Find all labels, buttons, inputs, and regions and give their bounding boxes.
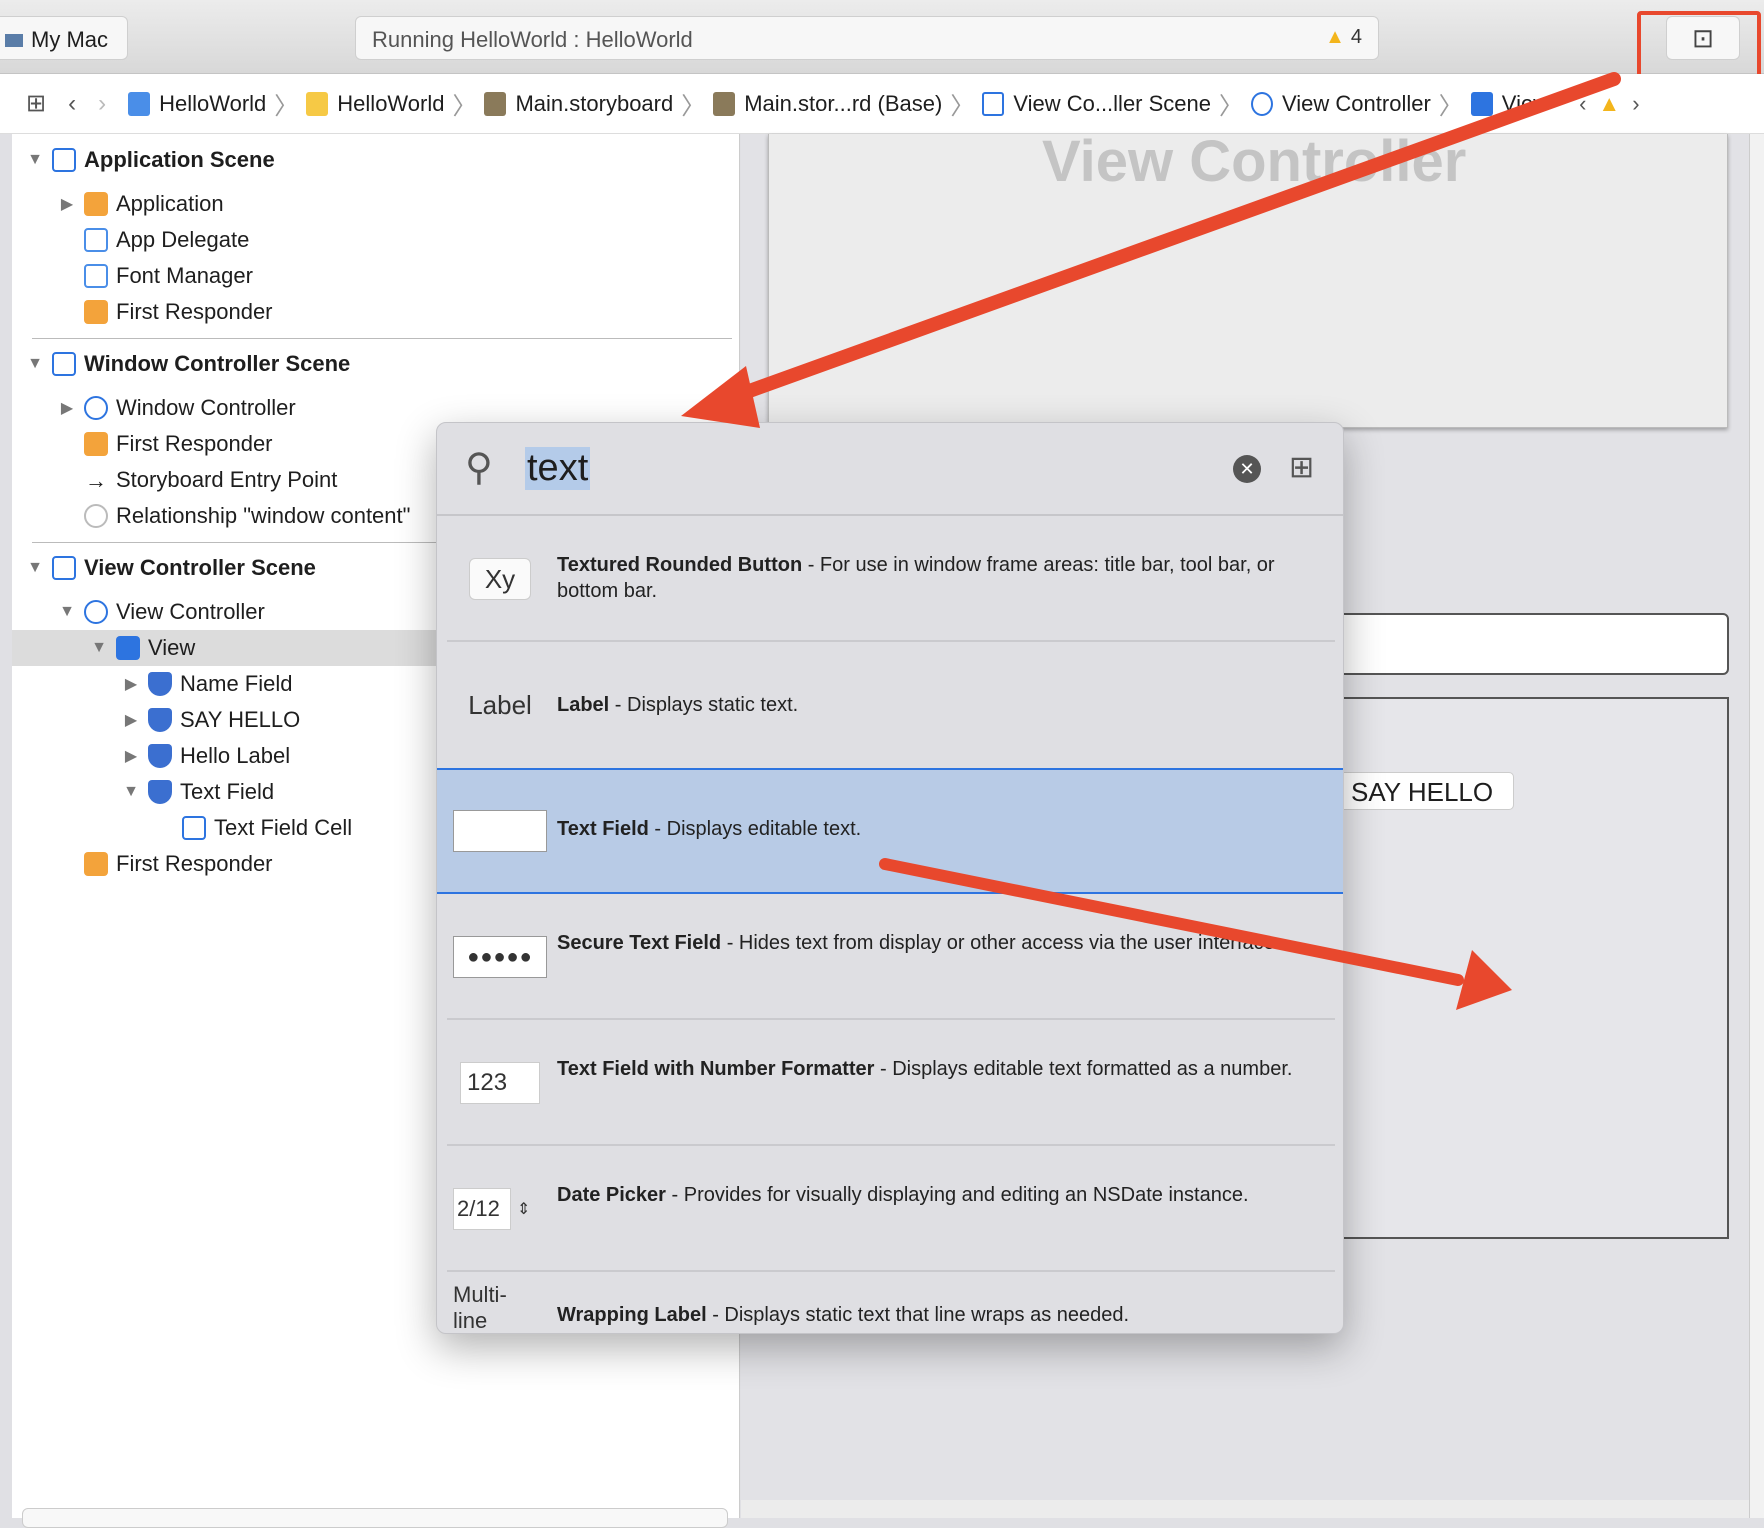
annotation-arrow-to-canvas — [879, 858, 1464, 986]
arrowhead — [681, 366, 760, 428]
annotation-arrow-to-library — [723, 72, 1621, 405]
annotation-arrows — [681, 72, 1621, 1010]
arrowhead — [1456, 950, 1512, 1010]
